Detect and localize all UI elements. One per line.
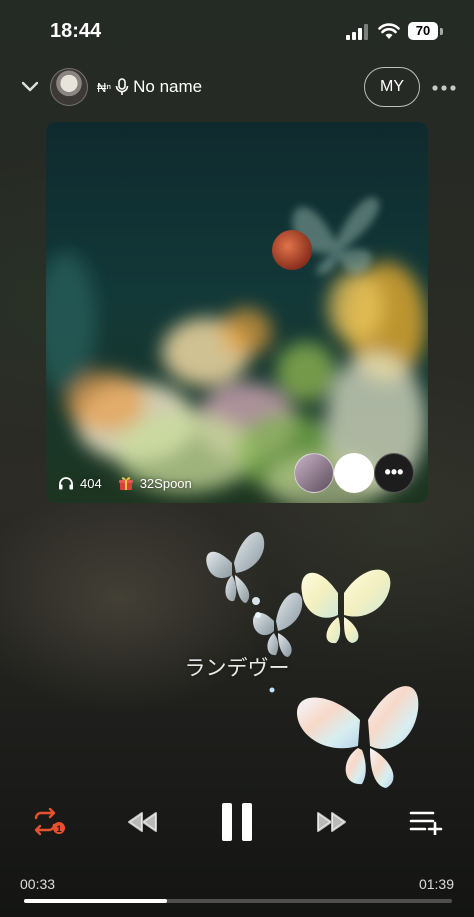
next-icon	[317, 812, 346, 832]
pause-button[interactable]	[214, 798, 260, 846]
add-to-queue-icon	[409, 811, 443, 835]
artwork-stats: 404 32Spoon	[58, 475, 192, 491]
repeat-one-button[interactable]: 1	[28, 798, 68, 846]
fast-forward-button[interactable]	[312, 798, 352, 846]
microphone-icon	[115, 78, 129, 95]
repeat-one-icon: 1	[34, 808, 65, 836]
cellular-signal-icon	[346, 24, 368, 40]
progress-bar[interactable]	[24, 899, 452, 903]
cast-artwork[interactable]: 404 32Spoon •••	[46, 122, 428, 503]
listener-avatar[interactable]	[334, 453, 374, 493]
total-time: 01:39	[418, 876, 454, 892]
add-to-queue-button[interactable]	[406, 798, 446, 846]
listener-avatars[interactable]: •••	[294, 453, 418, 493]
more-icon[interactable]	[432, 85, 456, 91]
battery-indicator: 70	[408, 22, 438, 40]
headphones-icon	[59, 477, 73, 490]
previous-icon	[128, 812, 157, 832]
artwork-image	[46, 122, 428, 503]
status-time: 18:44	[50, 20, 102, 42]
player-header: ₦ⁿ No name MY	[0, 64, 474, 110]
my-button[interactable]: MY	[364, 67, 420, 107]
spoon-count: 32Spoon	[139, 475, 192, 491]
dj-avatar[interactable]	[50, 68, 88, 106]
more-listeners-button[interactable]: •••	[374, 453, 414, 493]
pause-icon	[222, 803, 252, 841]
dj-name-link[interactable]: ₦ⁿ No name	[97, 77, 202, 97]
player-controls: 1	[0, 798, 474, 846]
song-title: ランデヴー	[184, 657, 290, 680]
listener-count: 404	[80, 475, 102, 491]
dj-prefix: ₦ⁿ	[97, 79, 112, 95]
gift-icon	[118, 477, 133, 490]
listener-avatar[interactable]	[294, 453, 334, 493]
chevron-down-icon[interactable]	[20, 78, 40, 96]
repeat-badge: 1	[56, 824, 61, 834]
rewind-button[interactable]	[122, 798, 162, 846]
status-bar: 18:44 70	[0, 0, 474, 60]
wifi-icon	[378, 23, 400, 39]
current-time: 00:33	[20, 876, 56, 892]
battery-tip	[440, 28, 443, 35]
progress-fill	[24, 899, 167, 903]
dj-name: No name	[133, 77, 203, 96]
